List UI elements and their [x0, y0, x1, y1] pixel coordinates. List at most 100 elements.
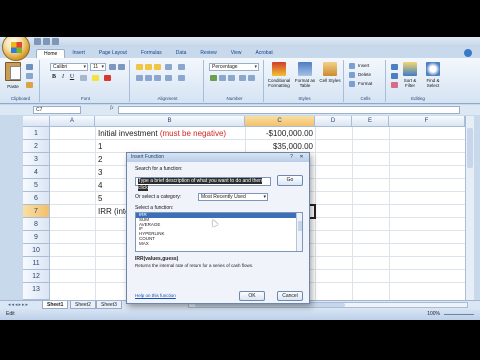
sort-filter-label[interactable]: Sort & Filter — [399, 78, 421, 88]
row-header[interactable]: 1 — [23, 127, 50, 140]
sheet-tab[interactable]: Sheet1 — [42, 301, 69, 309]
row-header[interactable]: 2 — [23, 140, 50, 153]
vertical-scrollbar[interactable] — [465, 116, 474, 300]
category-select[interactable]: Most Recently Used — [198, 193, 268, 201]
conditional-formatting-label[interactable]: Conditional Formatting — [266, 78, 292, 88]
shrink-font-icon[interactable] — [118, 64, 125, 70]
merge-center-icon[interactable] — [178, 75, 185, 81]
insert-cells-button[interactable]: Insert — [349, 62, 369, 70]
name-box[interactable]: C7 — [33, 106, 81, 114]
column-header[interactable]: C — [245, 116, 315, 127]
column-header[interactable]: E — [352, 116, 389, 127]
find-select-label[interactable]: Find & Select — [421, 78, 445, 88]
row-header[interactable]: 9 — [23, 231, 50, 244]
select-all-corner[interactable] — [23, 116, 50, 127]
cell-b5[interactable]: 4 — [98, 179, 102, 192]
dialog-close-icon[interactable]: ✕ — [297, 154, 306, 161]
align-left-icon[interactable] — [136, 75, 143, 81]
align-right-icon[interactable] — [154, 75, 161, 81]
cell-styles-label[interactable]: Cell Styles — [319, 78, 341, 83]
function-list-scroll-thumb[interactable] — [298, 221, 302, 231]
clear-icon[interactable] — [391, 82, 398, 88]
ok-button[interactable]: OK — [239, 291, 265, 301]
search-function-input[interactable]: Type a brief description of what you wan… — [135, 177, 271, 191]
orientation-icon[interactable] — [165, 64, 172, 70]
formula-input[interactable] — [118, 106, 460, 114]
align-center-icon[interactable] — [145, 75, 152, 81]
row-header[interactable]: 3 — [23, 153, 50, 166]
grow-font-icon[interactable] — [109, 64, 116, 70]
format-as-table-label[interactable]: Format as Table — [293, 78, 317, 88]
fx-icon[interactable]: fx — [110, 106, 114, 111]
dialog-help-icon[interactable]: ? — [288, 154, 295, 161]
save-icon[interactable] — [34, 38, 41, 45]
italic-icon[interactable]: I — [59, 74, 67, 81]
align-top-icon[interactable] — [136, 64, 143, 70]
align-middle-icon[interactable] — [145, 64, 152, 70]
zoom-level[interactable]: 100% — [427, 311, 440, 317]
fill-icon[interactable] — [391, 73, 398, 79]
cell-b4[interactable]: 3 — [98, 166, 102, 179]
function-list[interactable]: IRR SUM AVERAGE IF HYPERLINK COUNT MAX — [135, 212, 303, 252]
cancel-button[interactable]: Cancel — [277, 291, 303, 301]
help-on-function-link[interactable]: Help on this function — [135, 293, 176, 298]
row-header[interactable]: 7 — [23, 205, 50, 218]
column-header[interactable]: D — [315, 116, 352, 127]
font-color-icon[interactable] — [104, 75, 111, 81]
row-header[interactable]: 12 — [23, 270, 50, 283]
function-item-max[interactable]: MAX — [136, 241, 302, 247]
find-select-icon[interactable] — [426, 62, 440, 76]
help-icon[interactable] — [464, 49, 472, 57]
fill-color-icon[interactable] — [92, 75, 99, 81]
paste-icon[interactable] — [5, 62, 21, 81]
cell-b1[interactable]: Initial investment (must be negative) — [98, 127, 226, 140]
zoom-slider[interactable] — [444, 314, 474, 315]
align-bottom-icon[interactable] — [154, 64, 161, 70]
vertical-scroll-thumb[interactable] — [467, 128, 473, 168]
cut-icon[interactable] — [26, 64, 33, 70]
redo-icon[interactable] — [52, 38, 59, 45]
undo-icon[interactable] — [43, 38, 50, 45]
row-header[interactable]: 10 — [23, 244, 50, 257]
format-painter-icon[interactable] — [26, 82, 33, 88]
sheet-tab[interactable]: Sheet3 — [96, 301, 122, 309]
delete-cells-button[interactable]: Delete — [349, 71, 371, 79]
sort-filter-icon[interactable] — [403, 62, 417, 76]
row-header[interactable]: 5 — [23, 179, 50, 192]
bold-icon[interactable]: B — [50, 74, 58, 81]
row-header[interactable]: 11 — [23, 257, 50, 270]
indent-icon[interactable] — [165, 75, 172, 81]
column-header[interactable]: F — [389, 116, 465, 127]
wrap-text-icon[interactable] — [178, 64, 185, 70]
font-name-select[interactable]: Calibri — [50, 63, 88, 71]
increase-decimal-icon[interactable] — [239, 75, 246, 81]
decrease-decimal-icon[interactable] — [248, 75, 255, 81]
cell-b6[interactable]: 5 — [98, 192, 102, 205]
row-header[interactable]: 8 — [23, 218, 50, 231]
font-size-select[interactable]: 11 — [90, 63, 106, 71]
row-header[interactable]: 4 — [23, 166, 50, 179]
conditional-formatting-icon[interactable] — [272, 62, 286, 76]
row-header[interactable]: 6 — [23, 192, 50, 205]
number-format-select[interactable]: Percentage — [209, 63, 259, 71]
cell-c1[interactable]: -$100,000.00 — [245, 127, 313, 140]
row-header[interactable]: 13 — [23, 283, 50, 300]
go-button[interactable]: Go — [277, 175, 303, 186]
cell-b3[interactable]: 2 — [98, 153, 102, 166]
currency-icon[interactable] — [210, 75, 217, 81]
percent-icon[interactable] — [219, 75, 226, 81]
cell-styles-icon[interactable] — [323, 62, 337, 76]
column-header[interactable]: A — [50, 116, 95, 127]
comma-icon[interactable] — [228, 75, 235, 81]
column-header[interactable]: B — [95, 116, 245, 127]
borders-icon[interactable] — [80, 75, 87, 81]
autosum-icon[interactable] — [391, 64, 398, 70]
underline-icon[interactable]: U — [68, 74, 76, 81]
sheet-tab[interactable]: Sheet2 — [70, 301, 96, 309]
format-as-table-icon[interactable] — [298, 62, 312, 76]
cell-b2[interactable]: 1 — [98, 140, 102, 153]
copy-icon[interactable] — [26, 73, 33, 79]
function-list-scrollbar[interactable] — [296, 213, 302, 251]
format-cells-button[interactable]: Format — [349, 80, 372, 88]
sheet-nav-arrows-icon[interactable]: ◂◂◂▸▸▸ — [8, 302, 29, 308]
